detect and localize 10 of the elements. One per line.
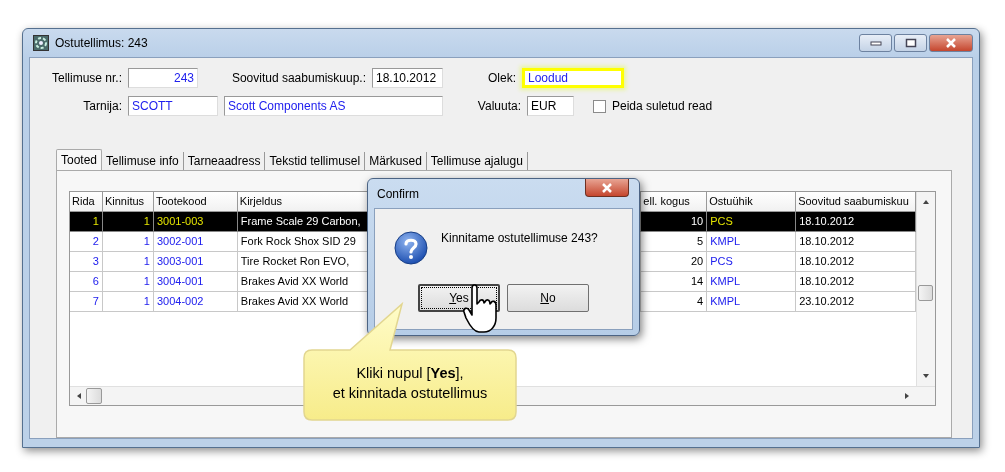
- window-title: Ostutellimus: 243: [55, 36, 149, 50]
- field-label: Valuuta:: [476, 99, 522, 113]
- dialog-message: Kinnitame ostutellimuse 243?: [441, 231, 598, 245]
- dialog-title: Confirm: [377, 187, 419, 201]
- checkbox-label: Peida suletud read: [612, 99, 713, 113]
- field-label: Tellimuse nr.:: [50, 71, 123, 85]
- callout-text: Kliki nupul [Yes], et kinnitada ostutellimus: [331, 364, 489, 403]
- field-label: Tarnija:: [82, 99, 123, 113]
- field-label: Soovitud saabumiskuup.:: [230, 71, 367, 85]
- field-label: Olek:: [487, 71, 517, 85]
